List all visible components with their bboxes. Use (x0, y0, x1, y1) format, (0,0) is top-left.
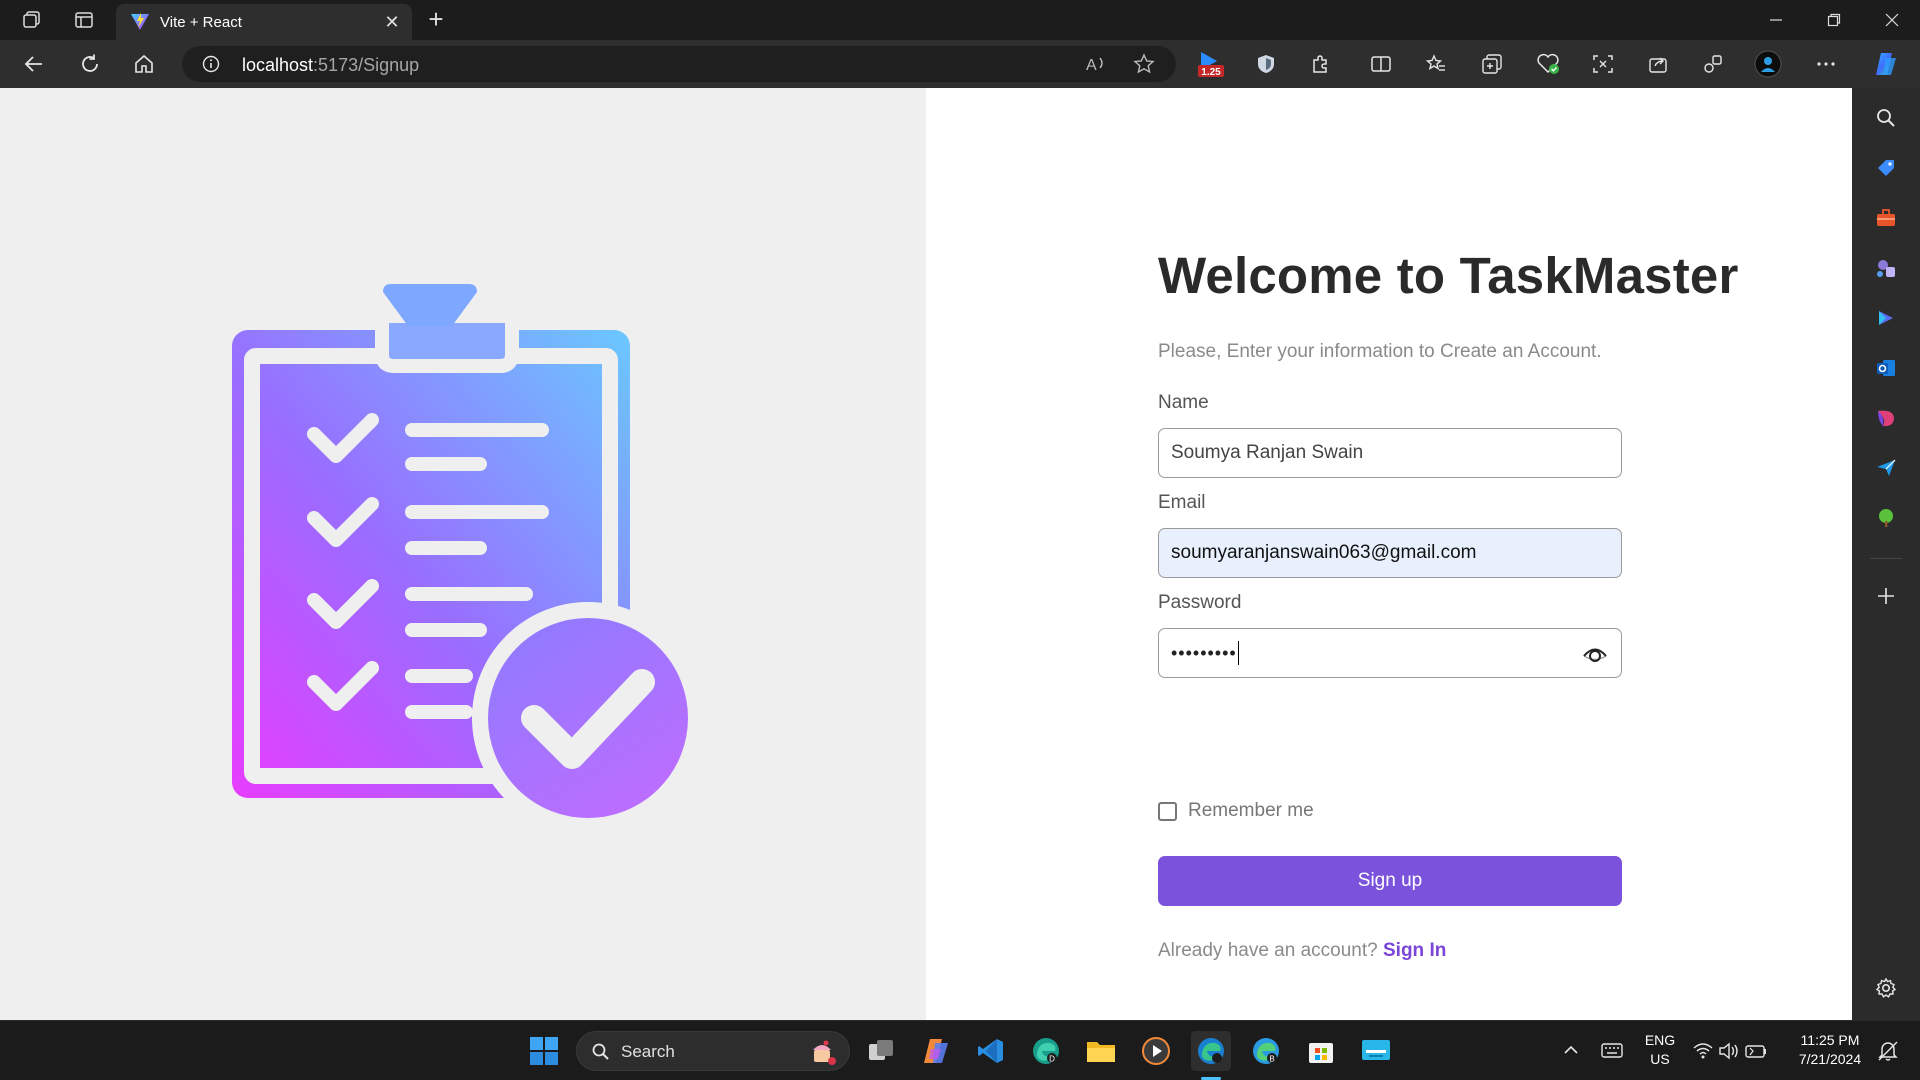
tab-active[interactable]: Vite + React ✕ (116, 4, 412, 40)
search-icon (592, 1043, 609, 1060)
svg-text:A: A (1086, 57, 1097, 74)
back-button[interactable] (16, 48, 52, 80)
clock-date: 7/21/2024 (1798, 1051, 1862, 1067)
collections-icon[interactable] (1476, 48, 1508, 80)
illustration-pane (0, 88, 926, 1020)
name-label: Name (1158, 392, 1209, 413)
media-player-icon[interactable] (1136, 1031, 1176, 1071)
refresh-button[interactable] (72, 48, 108, 80)
sidebar-add-icon[interactable] (1870, 580, 1902, 612)
clock[interactable]: 11:25 PM 7/21/2024 (1790, 1031, 1870, 1069)
sidebar-tree-icon[interactable] (1870, 502, 1902, 534)
clipboard-checklist-illustration (232, 284, 696, 828)
remember-me-label: Remember me (1188, 800, 1314, 821)
name-value: Soumya Ranjan Swain (1171, 442, 1364, 463)
taskbar-copilot-icon[interactable] (916, 1031, 956, 1071)
video-speed-extension-icon[interactable]: 1.25 (1194, 48, 1226, 80)
clock-time: 11:25 PM (1800, 1032, 1860, 1048)
remote-desktop-icon[interactable] (1356, 1031, 1396, 1071)
show-hidden-icons-chevron-icon[interactable] (1560, 1039, 1582, 1061)
sidebar-copilot-icon[interactable] (1870, 302, 1902, 334)
favorite-star-icon[interactable] (1128, 48, 1160, 80)
sign-in-link[interactable]: Sign In (1383, 940, 1446, 961)
sidebar-games-icon[interactable] (1870, 252, 1902, 284)
browser-toolbar: localhost:5173/Signup A 1.25 (0, 40, 1920, 114)
site-info-icon[interactable] (202, 55, 220, 73)
edge-dev-icon[interactable]: D (1026, 1031, 1066, 1071)
vscode-icon[interactable] (971, 1031, 1011, 1071)
vite-favicon-icon (131, 13, 149, 30)
tab-actions-icon[interactable] (68, 4, 100, 36)
keyboard-icon[interactable] (1600, 1039, 1624, 1061)
profile-avatar[interactable] (1752, 48, 1784, 80)
sidebar-designer-icon[interactable] (1870, 402, 1902, 434)
minimize-button[interactable] (1748, 0, 1804, 40)
email-label: Email (1158, 492, 1206, 513)
start-windows-icon[interactable] (524, 1031, 564, 1071)
new-tab-button[interactable]: + (420, 4, 452, 36)
email-value: soumyaranjanswain063@gmail.com (1171, 542, 1477, 563)
read-aloud-icon[interactable]: A (1080, 48, 1112, 80)
extensions-icon[interactable] (1305, 48, 1337, 80)
input-language-code: ENG (1644, 1032, 1676, 1048)
edge-beta-icon[interactable]: B (1246, 1031, 1286, 1071)
screenshot-icon[interactable] (1587, 48, 1619, 80)
address-bar[interactable]: localhost:5173/Signup A (182, 46, 1176, 82)
sign-in-prompt: Already have an account? Sign In (1158, 940, 1446, 962)
tab-title: Vite + React (160, 14, 242, 31)
microsoft-store-icon[interactable] (1301, 1031, 1341, 1071)
svg-text:D: D (1049, 1055, 1055, 1064)
more-options-icon[interactable] (1810, 48, 1842, 80)
sidebar-shopping-icon[interactable] (1870, 152, 1902, 184)
close-tab-icon[interactable]: ✕ (380, 10, 404, 34)
network-volume-battery-tray[interactable] (1692, 1039, 1770, 1063)
notifications-bell-icon[interactable] (1876, 1039, 1900, 1063)
home-button[interactable] (126, 48, 162, 80)
tab-bar: Vite + React ✕ + (0, 0, 1920, 40)
share-icon[interactable] (1642, 48, 1674, 80)
task-view-icon[interactable] (861, 1031, 901, 1071)
split-screen-icon[interactable] (1365, 48, 1397, 80)
sidebar-divider (1870, 558, 1902, 559)
remember-me-checkbox[interactable] (1158, 801, 1177, 821)
sidebar-tools-icon[interactable] (1870, 202, 1902, 234)
restore-button[interactable] (1806, 0, 1862, 40)
search-highlight-icon (813, 1040, 836, 1065)
sign-up-button[interactable]: Sign up (1158, 856, 1622, 906)
remember-me[interactable]: Remember me (1158, 800, 1314, 822)
workspace-tools-icon[interactable] (1697, 48, 1729, 80)
windows-taskbar: Search D B ENG US 11:25 PM 7/21/2024 (0, 1020, 1920, 1080)
name-field[interactable]: Soumya Ranjan Swain (1158, 428, 1622, 478)
form-subtitle: Please, Enter your information to Create… (1158, 341, 1602, 362)
sidebar-send-icon[interactable] (1870, 452, 1902, 484)
page-viewport: Welcome to TaskMaster Please, Enter your… (0, 88, 1852, 1020)
input-language-region: US (1650, 1051, 1670, 1067)
workspaces-icon[interactable] (16, 4, 48, 36)
sidebar-search-icon[interactable] (1870, 102, 1902, 134)
edge-browser-icon-active[interactable] (1191, 1031, 1231, 1071)
show-password-eye-icon[interactable] (1581, 641, 1609, 667)
favorites-icon[interactable] (1420, 48, 1452, 80)
copilot-icon[interactable] (1870, 48, 1902, 80)
sign-in-prompt-text: Already have an account? (1158, 940, 1378, 961)
svg-text:B: B (1269, 1055, 1274, 1064)
edge-sidebar (1852, 88, 1920, 1020)
sidebar-outlook-icon[interactable] (1870, 352, 1902, 384)
password-field[interactable]: ••••••••• (1158, 628, 1622, 678)
search-placeholder: Search (621, 1042, 675, 1061)
page-title: Welcome to TaskMaster (1158, 247, 1739, 304)
sidebar-settings-gear-icon[interactable] (1870, 972, 1902, 1004)
text-caret (1237, 641, 1239, 665)
taskbar-search-input[interactable]: Search (576, 1031, 850, 1071)
shield-extension-icon[interactable] (1250, 48, 1282, 80)
password-value: ••••••••• (1171, 642, 1237, 663)
email-field[interactable]: soumyaranjanswain063@gmail.com (1158, 528, 1622, 578)
file-explorer-icon[interactable] (1081, 1031, 1121, 1071)
password-label: Password (1158, 592, 1242, 613)
svg-text:1.25: 1.25 (1201, 67, 1221, 78)
browser-essentials-icon[interactable] (1532, 48, 1564, 80)
url-text: localhost:5173/Signup (242, 55, 420, 75)
close-window-button[interactable] (1864, 0, 1920, 40)
input-language[interactable]: ENG US (1640, 1031, 1680, 1069)
